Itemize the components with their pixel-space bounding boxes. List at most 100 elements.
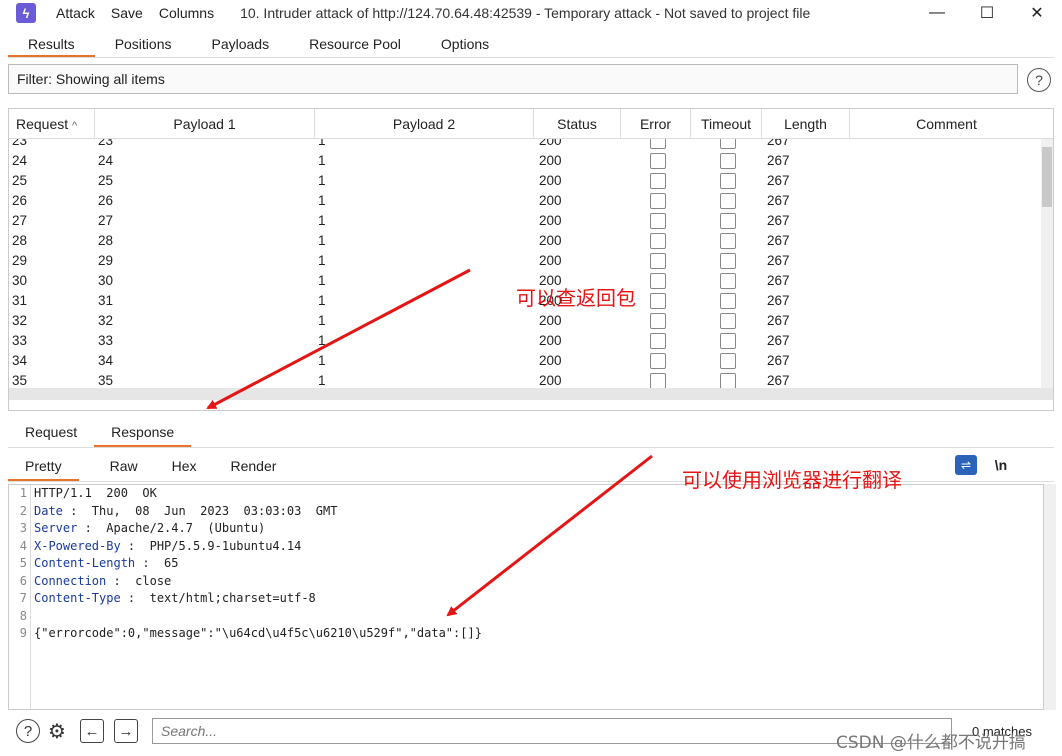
error-checkbox[interactable] xyxy=(649,273,666,289)
response-editor[interactable]: 1 HTTP/1.1 200 OK 2 Date : Thu, 08 Jun 2023… xyxy=(8,484,1044,710)
error-checkbox[interactable] xyxy=(649,213,666,229)
maximize-button[interactable]: ☐ xyxy=(962,0,1012,26)
table-row[interactable]: 28 28 1 200 267 xyxy=(9,231,1053,251)
menu-attack[interactable]: Attack xyxy=(56,5,95,21)
error-checkbox[interactable] xyxy=(649,373,666,389)
timeout-checkbox[interactable] xyxy=(720,293,736,309)
scroll-thumb[interactable] xyxy=(1042,147,1052,207)
tab-render[interactable]: Render xyxy=(214,452,294,481)
column-header-status[interactable]: Status xyxy=(534,109,621,138)
tab-options[interactable]: Options xyxy=(421,30,509,57)
cell-payload-2: 1 xyxy=(318,353,326,368)
timeout-checkbox[interactable] xyxy=(720,213,736,229)
filter-bar[interactable]: Filter: Showing all items xyxy=(8,64,1018,94)
timeout-checkbox[interactable] xyxy=(720,139,736,149)
error-checkbox[interactable] xyxy=(649,233,666,249)
error-checkbox[interactable] xyxy=(649,139,666,149)
menu-save[interactable]: Save xyxy=(111,5,143,21)
search-input[interactable] xyxy=(152,718,952,744)
column-header-comment[interactable]: Comment xyxy=(850,109,1043,138)
next-match-button[interactable]: → xyxy=(114,719,138,743)
error-checkbox[interactable] xyxy=(649,193,666,209)
error-checkbox[interactable] xyxy=(649,153,666,169)
error-checkbox[interactable] xyxy=(649,253,666,269)
tab-results[interactable]: Results xyxy=(8,30,95,57)
tab-resource-pool[interactable]: Resource Pool xyxy=(289,30,421,57)
table-row[interactable]: 33 33 1 200 267 xyxy=(9,331,1053,351)
code-text: {"errorcode":0,"message":"\u64cd\u4f5c\u… xyxy=(34,625,482,642)
cell-request: 27 xyxy=(12,213,28,228)
tab-request[interactable]: Request xyxy=(8,418,94,447)
cell-request: 31 xyxy=(12,293,28,308)
tab-positions[interactable]: Positions xyxy=(95,30,192,57)
timeout-checkbox[interactable] xyxy=(720,273,736,289)
error-checkbox[interactable] xyxy=(649,173,666,189)
timeout-checkbox[interactable] xyxy=(720,193,736,209)
cell-timeout xyxy=(691,311,762,331)
cell-request: 26 xyxy=(12,193,28,208)
editor-vertical-scrollbar[interactable] xyxy=(1044,484,1056,710)
column-header-timeout[interactable]: Timeout xyxy=(691,109,762,138)
help-icon[interactable]: ? xyxy=(1027,68,1051,92)
timeout-checkbox[interactable] xyxy=(720,333,736,349)
tab-payloads[interactable]: Payloads xyxy=(192,30,290,57)
minimize-button[interactable]: — xyxy=(912,0,962,26)
help-icon-bottom[interactable]: ? xyxy=(16,719,40,743)
cell-payload-2: 1 xyxy=(318,273,326,288)
timeout-checkbox[interactable] xyxy=(720,153,736,169)
close-button[interactable]: ✕ xyxy=(1012,0,1062,26)
error-checkbox[interactable] xyxy=(649,293,666,309)
cell-timeout xyxy=(691,211,762,231)
tab-hex[interactable]: Hex xyxy=(155,452,214,481)
cell-timeout xyxy=(691,191,762,211)
table-horizontal-scrollbar[interactable] xyxy=(9,388,1053,400)
annotation-top-text: 可以查返回包 xyxy=(516,286,636,310)
tab-response[interactable]: Response xyxy=(94,418,192,447)
header-name: Connection xyxy=(34,573,107,588)
code-text: Connection : close xyxy=(34,573,171,590)
error-checkbox[interactable] xyxy=(649,353,666,369)
line-number: 7 xyxy=(19,591,27,605)
cell-status: 200 xyxy=(539,139,562,148)
timeout-checkbox[interactable] xyxy=(720,353,736,369)
show-newlines-icon[interactable]: \n xyxy=(990,455,1012,475)
error-checkbox[interactable] xyxy=(649,333,666,349)
column-header-error[interactable]: Error xyxy=(621,109,691,138)
previous-match-button[interactable]: ← xyxy=(80,719,104,743)
table-row[interactable]: 26 26 1 200 267 xyxy=(9,191,1053,211)
error-checkbox[interactable] xyxy=(649,313,666,329)
cell-error xyxy=(621,191,691,211)
column-header-length[interactable]: Length xyxy=(762,109,850,138)
timeout-checkbox[interactable] xyxy=(720,253,736,269)
table-row[interactable]: 32 32 1 200 267 xyxy=(9,311,1053,331)
column-header-payload-1[interactable]: Payload 1 xyxy=(95,109,315,138)
gear-icon[interactable]: ⚙ xyxy=(45,719,69,743)
table-row[interactable]: 24 24 1 200 267 xyxy=(9,151,1053,171)
cell-error xyxy=(621,139,691,151)
header-name: X-Powered-By xyxy=(34,538,121,553)
menu-columns[interactable]: Columns xyxy=(159,5,214,21)
cell-error xyxy=(621,311,691,331)
cell-payload-1: 26 xyxy=(98,193,114,208)
table-vertical-scrollbar[interactable] xyxy=(1041,139,1053,400)
cell-request: 32 xyxy=(12,313,28,328)
word-wrap-icon[interactable]: ⇌ xyxy=(955,455,977,475)
table-row[interactable]: 29 29 1 200 267 xyxy=(9,251,1053,271)
table-row[interactable]: 23 23 1 200 267 xyxy=(9,139,1053,151)
cell-payload-2: 1 xyxy=(318,233,326,248)
tab-raw[interactable]: Raw xyxy=(93,452,155,481)
tab-pretty[interactable]: Pretty xyxy=(8,452,79,481)
column-header-payload-2[interactable]: Payload 2 xyxy=(315,109,534,138)
column-header-request[interactable]: Request ^ xyxy=(9,109,95,138)
cell-request: 23 xyxy=(12,139,28,148)
cell-comment xyxy=(850,331,1043,351)
timeout-checkbox[interactable] xyxy=(720,373,736,389)
table-row[interactable]: 34 34 1 200 267 xyxy=(9,351,1053,371)
table-row[interactable]: 25 25 1 200 267 xyxy=(9,171,1053,191)
timeout-checkbox[interactable] xyxy=(720,233,736,249)
table-row[interactable]: 27 27 1 200 267 xyxy=(9,211,1053,231)
timeout-checkbox[interactable] xyxy=(720,173,736,189)
bottom-search-bar: ? ⚙ ← → 0 matches CSDN @什么都不说开搞 xyxy=(0,712,1062,753)
timeout-checkbox[interactable] xyxy=(720,313,736,329)
cell-length: 267 xyxy=(767,313,790,328)
